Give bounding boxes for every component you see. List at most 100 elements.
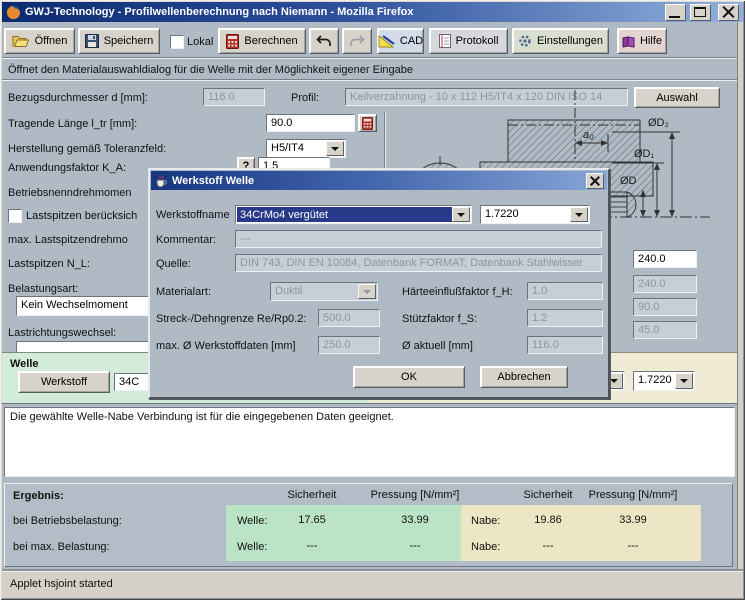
save-label: Speichern: [104, 35, 154, 47]
chevron-down-icon: [358, 284, 376, 299]
hint-text: Öffnet den Materialauswahldialog für die…: [8, 63, 413, 77]
calculator-icon: [226, 34, 239, 49]
redo-button[interactable]: [342, 28, 372, 54]
dialog-title: Werkstoff Welle: [172, 175, 582, 187]
toleranzfeld-value: H5/IT4: [271, 142, 304, 154]
hub-section: [508, 120, 640, 162]
close-button[interactable]: [718, 4, 739, 21]
open-button[interactable]: Öffnen: [4, 28, 75, 54]
local-checkbox[interactable]: [170, 35, 184, 49]
max-durchmesser-field[interactable]: 250.0: [318, 336, 380, 354]
tragende-laenge-field[interactable]: 90.0: [266, 114, 355, 132]
protokoll-label: Protokoll: [456, 35, 499, 47]
java-applet-icon: [154, 174, 168, 188]
kommentar-label: Kommentar:: [156, 233, 216, 247]
row-betrieb-welle-sicherheit: 17.65: [267, 514, 357, 526]
durchmesser-aktuell-label: Ø aktuell [mm]: [402, 339, 473, 353]
kommentar-field[interactable]: ---: [235, 230, 602, 248]
chevron-down-icon[interactable]: [570, 207, 588, 222]
floppy-icon: [85, 34, 99, 48]
undo-button[interactable]: [309, 28, 339, 54]
werkstoffname-selected: 34CrMo4 vergütet: [237, 207, 454, 222]
betriebsnenndrehmoment-label: Betriebsnenndrehmomen: [8, 186, 132, 200]
belastungsart-value: Kein Wechselmoment: [21, 299, 128, 311]
profil-label: Profil:: [291, 91, 319, 105]
row-betrieb-nabe-pressung: 33.99: [573, 514, 693, 526]
max-lastspitzen-label: max. Lastspitzendrehmo: [8, 233, 128, 247]
row-betrieb-welle-pressung: 33.99: [360, 514, 470, 526]
haerteeinfluss-label: Härteeinflußfaktor f_H:: [402, 285, 513, 299]
open-folder-icon: [12, 35, 30, 48]
results-title: Ergebnis:: [13, 489, 64, 503]
bezugsdurchmesser-field[interactable]: 116.0: [203, 88, 265, 106]
lastspitzen-nl-label: Lastspitzen N_L:: [8, 257, 90, 271]
status-bar: Applet hsjoint started: [2, 571, 743, 596]
stuetzfaktor-label: Stützfaktor f_S:: [402, 312, 477, 326]
window-title: GWJ-Technology - Profilwellenberechnung …: [25, 6, 661, 18]
hilfe-button[interactable]: Hilfe: [617, 28, 667, 54]
notepad-icon: [439, 34, 451, 48]
werkstoffname-combobox[interactable]: 34CrMo4 vergütet: [235, 205, 472, 224]
maximize-button[interactable]: [690, 4, 711, 21]
title-bar: GWJ-Technology - Profilwellenberechnung …: [2, 2, 743, 22]
row-betrieb-welle: Welle:: [237, 514, 267, 528]
toleranzfeld-combobox[interactable]: H5/IT4: [266, 139, 346, 158]
anwendungsfaktor-label: Anwendungsfaktor K_A:: [8, 161, 126, 175]
lastspitzen-checkbox[interactable]: [8, 209, 22, 223]
redo-arrow-icon: [349, 35, 365, 48]
werkstoff-button[interactable]: Werkstoff: [18, 371, 110, 393]
results-panel: Ergebnis: Sicherheit Pressung [N/mm²] Si…: [4, 483, 733, 567]
header-pressung-welle: Pressung [N/mm²]: [360, 489, 470, 501]
haerteeinfluss-field[interactable]: 1.0: [527, 282, 603, 300]
dialog-title-bar: Werkstoff Welle: [151, 171, 607, 190]
save-button[interactable]: Speichern: [78, 28, 160, 54]
belastungsart-label: Belastungsart:: [8, 282, 78, 296]
status-text: Applet hsjoint started: [10, 578, 113, 590]
einstellungen-button[interactable]: Einstellungen: [512, 28, 609, 54]
quelle-field[interactable]: DIN 743, DIN EN 10084, Datenbank FORMAT,…: [235, 254, 602, 272]
row-max-welle-pressung: ---: [360, 540, 470, 552]
minimize-button[interactable]: [665, 4, 686, 21]
durchmesser-aktuell-field[interactable]: 116.0: [527, 336, 603, 354]
row-max-nabe: Nabe:: [471, 540, 500, 554]
chevron-down-icon[interactable]: [452, 207, 470, 222]
cad-label: CAD: [400, 35, 423, 47]
protokoll-button[interactable]: Protokoll: [429, 28, 508, 54]
tragende-laenge-label: Tragende Länge l_tr [mm]:: [8, 117, 137, 131]
dim-d-label: ØD: [620, 175, 637, 187]
werkstoffname-label: Werkstoffname: [156, 208, 230, 222]
welle-section-title: Welle: [10, 357, 39, 371]
ok-button[interactable]: OK: [353, 366, 465, 388]
row-max-welle: Welle:: [237, 540, 267, 554]
herstellung-label: Herstellung gemäß Toleranzfeld:: [8, 142, 166, 156]
streckgrenze-field[interactable]: 500.0: [318, 309, 380, 327]
local-label: Lokal: [187, 35, 213, 49]
book-icon: [622, 35, 635, 48]
einstellungen-label: Einstellungen: [537, 35, 603, 47]
materialart-combobox[interactable]: Duktil: [270, 282, 378, 301]
dialog-close-icon[interactable]: [586, 173, 604, 189]
abbrechen-button[interactable]: Abbrechen: [480, 366, 568, 388]
header-sicherheit-welle: Sicherheit: [267, 489, 357, 501]
dim-a0-label: a₀: [583, 129, 594, 141]
quelle-label: Quelle:: [156, 257, 191, 271]
lastspitzen-check-label: Lastspitzen berücksich: [26, 209, 137, 223]
werkstoffnummer-combobox[interactable]: 1.7220: [480, 205, 590, 224]
firefox-icon: [6, 5, 21, 20]
gear-icon: [518, 34, 532, 48]
calculate-button[interactable]: Berechnen: [218, 28, 306, 54]
materialart-label: Materialart:: [156, 285, 211, 299]
calculator-small-icon: [362, 117, 373, 130]
toolbar-separator: [2, 57, 737, 59]
hint-separator: [2, 79, 737, 81]
message-area: Die gewählte Welle-Nabe Verbindung ist f…: [4, 407, 735, 477]
werkstoffnummer-value: 1.7220: [485, 208, 519, 220]
calc-helper-button[interactable]: [358, 114, 377, 132]
header-pressung-nabe: Pressung [N/mm²]: [573, 489, 693, 501]
streckgrenze-label: Streck-/Dehngrenze Re/Rp0.2:: [156, 312, 306, 326]
cad-button[interactable]: CAD: [377, 28, 424, 54]
stuetzfaktor-field[interactable]: 1.2: [527, 309, 603, 327]
chevron-down-icon[interactable]: [326, 141, 344, 156]
undo-arrow-icon: [316, 35, 332, 48]
row-max-label: bei max. Belastung:: [13, 540, 110, 554]
